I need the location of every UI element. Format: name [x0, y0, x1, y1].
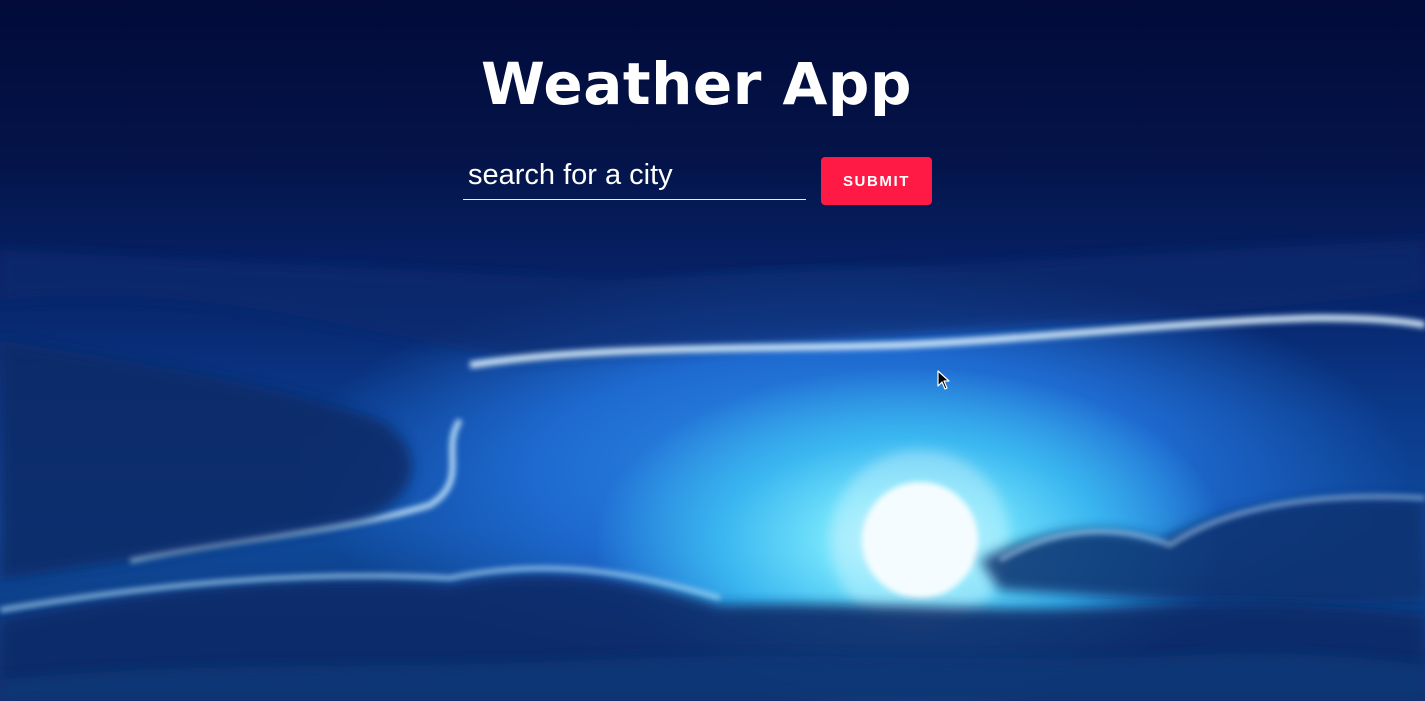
page-title: Weather App [481, 50, 912, 118]
search-input[interactable] [463, 156, 806, 200]
submit-button[interactable]: SUBMIT [821, 157, 932, 205]
mouse-pointer-icon [937, 370, 950, 390]
